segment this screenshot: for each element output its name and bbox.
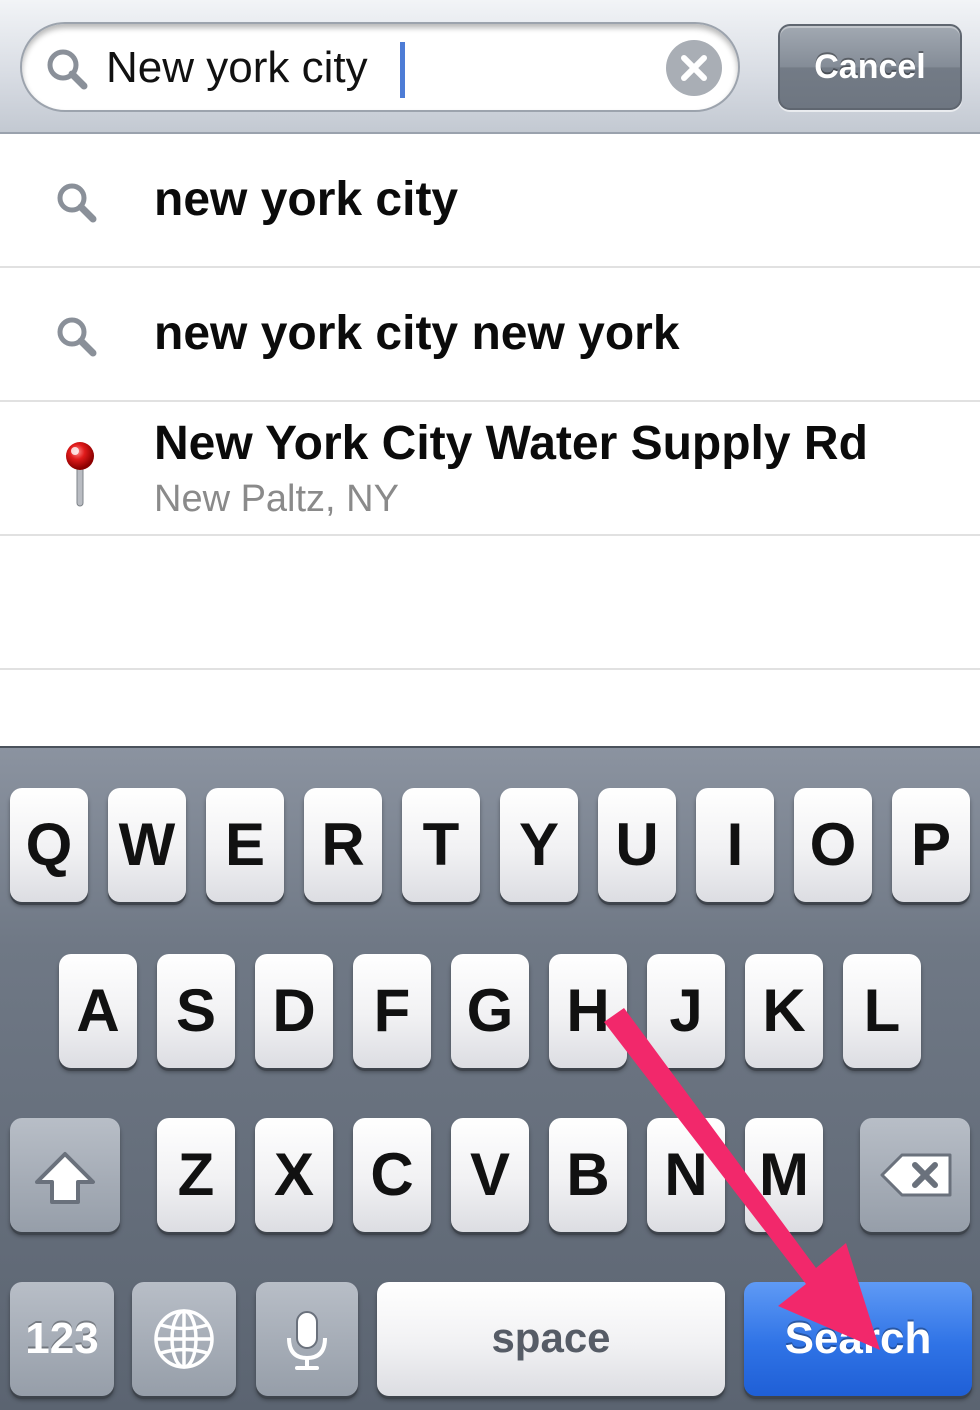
key-m[interactable]: M <box>745 1118 823 1232</box>
key-k[interactable]: K <box>745 954 823 1068</box>
shift-icon <box>35 1152 95 1204</box>
suggestion-subtitle: New Paltz, NY <box>154 478 399 520</box>
search-icon <box>57 183 97 223</box>
search-input-value: New york city <box>106 43 368 92</box>
key-h[interactable]: H <box>549 954 627 1068</box>
key-j[interactable]: J <box>647 954 725 1068</box>
key-g[interactable]: G <box>451 954 529 1068</box>
key-w[interactable]: W <box>108 788 186 902</box>
key-t[interactable]: T <box>402 788 480 902</box>
backspace-icon <box>880 1153 952 1197</box>
suggestion-title: new york city <box>154 173 459 226</box>
search-input[interactable]: New york city <box>20 22 740 112</box>
key-f[interactable]: F <box>353 954 431 1068</box>
key-b[interactable]: B <box>549 1118 627 1232</box>
suggestion-item[interactable]: New York City Water Supply Rd New Paltz,… <box>0 402 980 536</box>
shift-key[interactable] <box>10 1118 120 1232</box>
search-icon <box>47 49 88 90</box>
space-key[interactable]: space <box>377 1282 725 1396</box>
key-l[interactable]: L <box>843 954 921 1068</box>
globe-key[interactable] <box>132 1282 236 1396</box>
key-e[interactable]: E <box>206 788 284 902</box>
suggestion-title: New York City Water Supply Rd <box>154 417 868 470</box>
search-key[interactable]: Search <box>744 1282 972 1396</box>
key-n[interactable]: N <box>647 1118 725 1232</box>
key-r[interactable]: R <box>304 788 382 902</box>
key-d[interactable]: D <box>255 954 333 1068</box>
suggestion-item[interactable]: new york city <box>0 134 980 268</box>
map-pin-icon <box>66 442 94 507</box>
clear-icon <box>681 55 707 81</box>
key-o[interactable]: O <box>794 788 872 902</box>
key-i[interactable]: I <box>696 788 774 902</box>
search-icon <box>57 317 97 357</box>
key-y[interactable]: Y <box>500 788 578 902</box>
numbers-key[interactable]: 123 <box>10 1282 114 1396</box>
key-p[interactable]: P <box>892 788 970 902</box>
key-x[interactable]: X <box>255 1118 333 1232</box>
key-c[interactable]: C <box>353 1118 431 1232</box>
keyboard: Q W E R T Y U I O P A S D F G H J K L Z … <box>0 746 980 1410</box>
key-z[interactable]: Z <box>157 1118 235 1232</box>
search-bar: New york city Cancel <box>0 0 980 134</box>
suggestion-item[interactable]: new york city new york <box>0 268 980 402</box>
backspace-key[interactable] <box>860 1118 970 1232</box>
empty-row <box>0 536 980 670</box>
suggestion-list: new york city new york city new york New… <box>0 134 980 670</box>
key-a[interactable]: A <box>59 954 137 1068</box>
text-caret <box>400 42 405 98</box>
key-q[interactable]: Q <box>10 788 88 902</box>
globe-icon <box>154 1309 214 1369</box>
microphone-key[interactable] <box>256 1282 358 1396</box>
key-s[interactable]: S <box>157 954 235 1068</box>
microphone-icon <box>287 1311 327 1370</box>
clear-button[interactable] <box>666 40 722 96</box>
key-u[interactable]: U <box>598 788 676 902</box>
suggestion-title: new york city new york <box>154 307 680 360</box>
cancel-button[interactable]: Cancel <box>778 24 962 110</box>
key-v[interactable]: V <box>451 1118 529 1232</box>
